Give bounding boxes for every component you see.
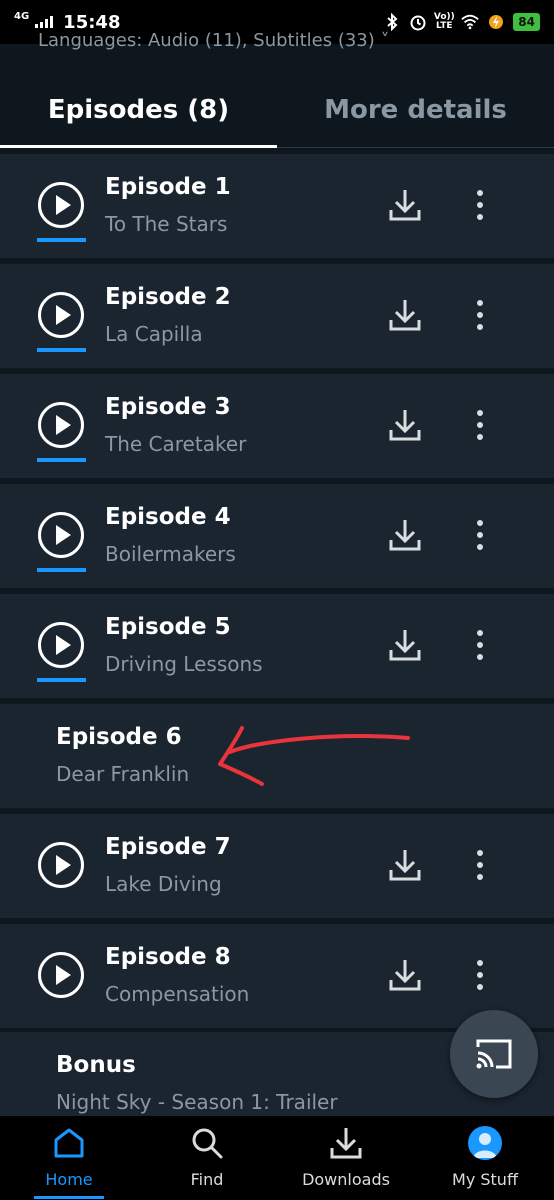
play-icon[interactable] (37, 401, 85, 449)
play-icon[interactable] (37, 841, 85, 889)
avatar-icon (468, 1126, 502, 1160)
episode-title: Episode 4 (105, 504, 231, 530)
nav-home-label: Home (45, 1170, 93, 1189)
episode-title: Episode 7 (105, 834, 231, 860)
watch-progress-bar (37, 348, 86, 352)
alarm-icon (409, 13, 427, 31)
episode-row-5[interactable]: Episode 5 Driving Lessons (0, 594, 554, 698)
nav-my-stuff-label: My Stuff (452, 1170, 518, 1189)
tab-more-details[interactable]: More details (277, 72, 554, 148)
play-icon[interactable] (37, 621, 85, 669)
bottom-navigation: Home Find Downloads My Stuff (0, 1116, 554, 1200)
cast-button[interactable] (450, 1010, 538, 1098)
episode-row-2[interactable]: Episode 2 La Capilla (0, 264, 554, 368)
tab-bar: Episodes (8) More details (0, 72, 554, 150)
more-options-icon[interactable] (470, 518, 490, 552)
download-icon[interactable] (388, 298, 422, 332)
play-icon[interactable] (37, 181, 85, 229)
episode-name: La Capilla (105, 322, 203, 346)
network-type: 4G (14, 11, 30, 22)
charging-icon (487, 13, 505, 31)
episode-name: Boilermakers (105, 542, 236, 566)
episode-name: Lake Diving (105, 872, 222, 896)
languages-info[interactable]: Languages: Audio (11), Subtitles (33) ˅ (38, 30, 538, 52)
play-icon[interactable] (37, 291, 85, 339)
episode-row-8[interactable]: Episode 8 Compensation (0, 924, 554, 1028)
download-icon[interactable] (388, 848, 422, 882)
episode-title: Episode 5 (105, 614, 231, 640)
home-icon (54, 1128, 84, 1158)
tab-episodes[interactable]: Episodes (8) (0, 72, 277, 148)
episode-name: The Caretaker (105, 432, 247, 456)
watch-progress-bar (37, 238, 86, 242)
tab-divider (277, 147, 554, 148)
episode-name: Dear Franklin (56, 762, 190, 786)
battery-indicator: 84 (513, 13, 540, 31)
download-icon[interactable] (388, 628, 422, 662)
episode-title: Episode 2 (105, 284, 231, 310)
episode-row-4[interactable]: Episode 4 Boilermakers (0, 484, 554, 588)
bonus-item-name: Night Sky - Season 1: Trailer (56, 1090, 338, 1114)
episode-title: Episode 3 (105, 394, 231, 420)
episode-row-3[interactable]: Episode 3 The Caretaker (0, 374, 554, 478)
search-icon (192, 1128, 223, 1159)
more-options-icon[interactable] (470, 298, 490, 332)
download-icon[interactable] (388, 408, 422, 442)
episode-name: Compensation (105, 982, 250, 1006)
episode-title: Episode 1 (105, 174, 231, 200)
download-icon[interactable] (388, 188, 422, 222)
more-options-icon[interactable] (470, 628, 490, 662)
more-options-icon[interactable] (470, 188, 490, 222)
bluetooth-icon (383, 13, 401, 31)
episode-row-7[interactable]: Episode 7 Lake Diving (0, 814, 554, 918)
watch-progress-bar (37, 458, 86, 462)
download-icon[interactable] (388, 958, 422, 992)
nav-home[interactable]: Home (0, 1116, 138, 1200)
episode-row-1[interactable]: Episode 1 To The Stars (0, 154, 554, 258)
download-icon[interactable] (388, 518, 422, 552)
episode-row-6[interactable]: Episode 6 Dear Franklin (0, 704, 554, 808)
volte-icon: Vo)) LTE (433, 12, 455, 31)
nav-my-stuff[interactable]: My Stuff (416, 1116, 554, 1200)
signal-icon (35, 16, 54, 28)
more-options-icon[interactable] (470, 958, 490, 992)
episode-title: Episode 8 (105, 944, 231, 970)
nav-downloads[interactable]: Downloads (277, 1116, 415, 1200)
episode-name: Driving Lessons (105, 652, 263, 676)
bonus-title: Bonus (56, 1052, 136, 1078)
play-icon[interactable] (37, 511, 85, 559)
cast-icon (476, 1039, 512, 1069)
nav-active-indicator (34, 1196, 104, 1199)
download-icon (330, 1128, 362, 1159)
active-tab-indicator (0, 145, 277, 148)
episode-name: To The Stars (105, 212, 228, 236)
nav-find-label: Find (190, 1170, 224, 1189)
more-options-icon[interactable] (470, 848, 490, 882)
watch-progress-bar (37, 568, 86, 572)
nav-downloads-label: Downloads (302, 1170, 390, 1189)
wifi-icon (461, 13, 479, 31)
watch-progress-bar (37, 678, 86, 682)
episode-title: Episode 6 (56, 724, 182, 750)
more-options-icon[interactable] (470, 408, 490, 442)
play-icon[interactable] (37, 951, 85, 999)
nav-find[interactable]: Find (138, 1116, 276, 1200)
